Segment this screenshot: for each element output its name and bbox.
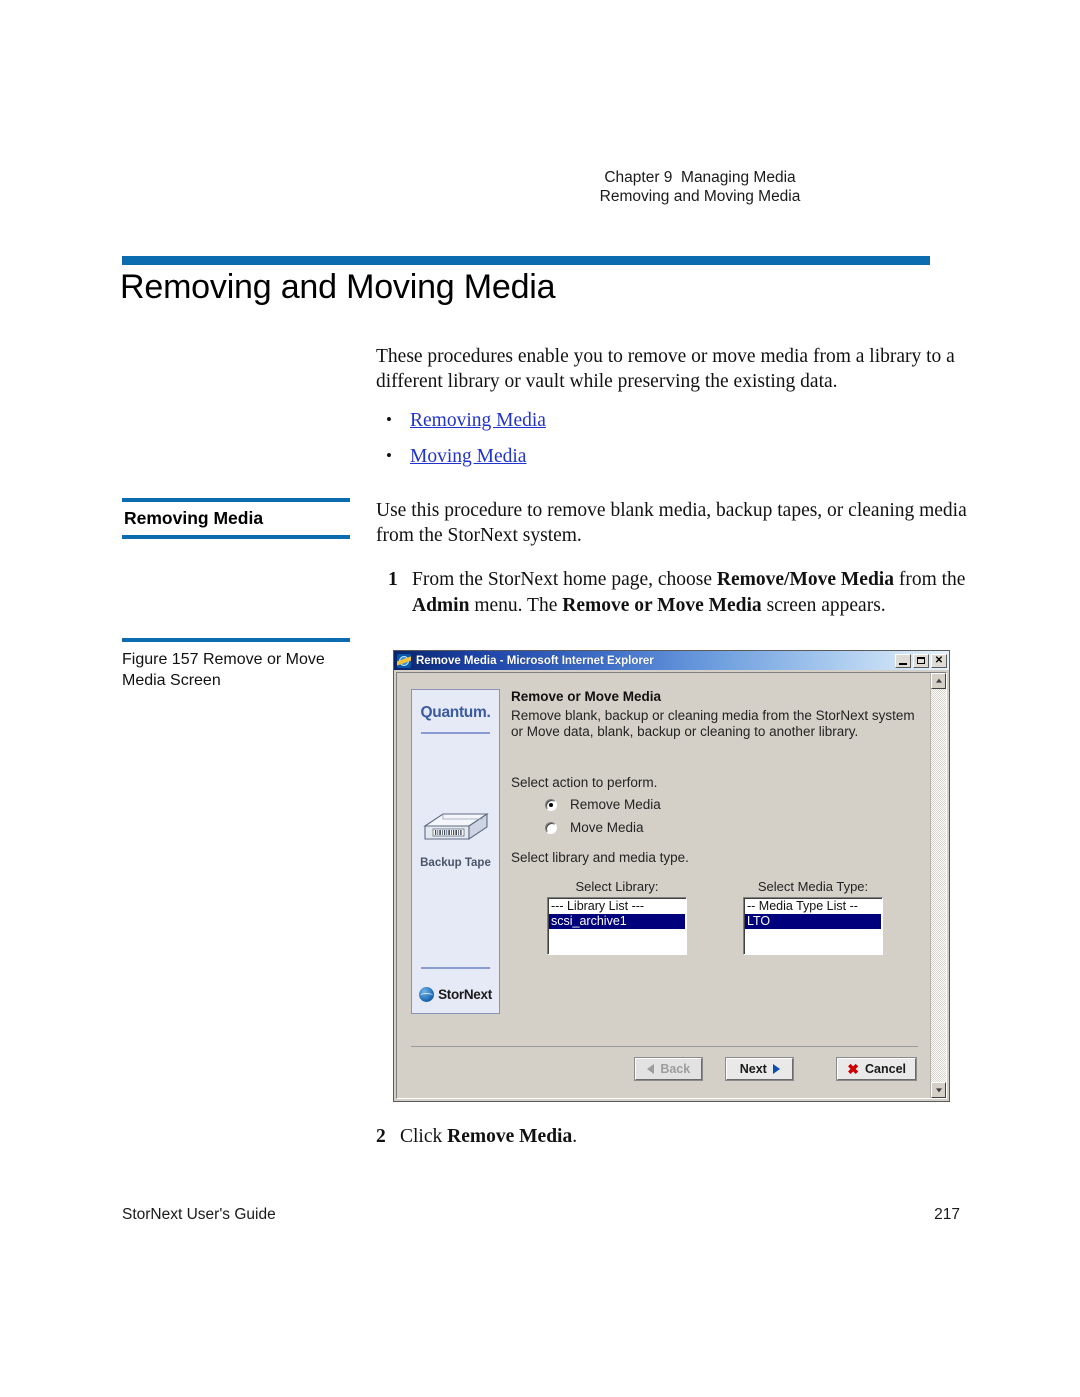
list-item: • Removing Media xyxy=(376,408,972,434)
list-item[interactable]: scsi_archive1 xyxy=(549,914,685,929)
library-prompt: Select library and media type. xyxy=(511,850,689,865)
select-media-type-listbox[interactable]: -- Media Type List -- LTO xyxy=(743,897,883,955)
section-heading-block: Removing Media xyxy=(122,498,350,539)
step-text-part4: screen appears. xyxy=(761,595,886,616)
step-2: 2 Click Remove Media. xyxy=(376,1124,972,1150)
backup-tape-label: Backup Tape xyxy=(420,857,491,869)
stornext-label: StorNext xyxy=(438,987,492,1002)
running-header: Chapter 9 Managing Media Removing and Mo… xyxy=(440,168,960,206)
header-chapter-line: Chapter 9 Managing Media xyxy=(604,169,796,186)
radio-move-media-label: Move Media xyxy=(570,819,644,835)
radio-option-remove-media[interactable]: Remove Media xyxy=(545,797,920,814)
media-type-list-column: Select Media Type: -- Media Type List --… xyxy=(743,878,883,955)
vertical-scrollbar[interactable] xyxy=(930,673,946,1098)
stornext-logo: StorNext xyxy=(412,987,499,1002)
figure-caption: Figure 157 Remove or Move Media Screen xyxy=(122,651,325,689)
minimize-button[interactable] xyxy=(895,653,911,668)
globe-icon xyxy=(419,987,435,1002)
page-footer: StorNext User's Guide 217 xyxy=(122,1206,960,1224)
library-list-column: Select Library: --- Library List --- scs… xyxy=(547,878,687,955)
link-removing-media[interactable]: Removing Media xyxy=(410,410,546,431)
triangle-right-icon xyxy=(772,1064,780,1074)
step2-text-part2: . xyxy=(572,1126,578,1147)
quantum-logo: Quantum. xyxy=(420,704,491,721)
back-button[interactable]: Back xyxy=(634,1057,704,1081)
section-rule-bottom xyxy=(122,535,350,539)
step-number: 1 xyxy=(388,569,398,590)
radio-option-move-media[interactable]: Move Media xyxy=(545,820,920,837)
selection-lists: Select Library: --- Library List --- scs… xyxy=(511,878,920,955)
screenshot-window: Remove Media - Microsoft Internet Explor… xyxy=(393,650,950,1102)
bullet-icon: • xyxy=(386,410,392,429)
step-1: 1 From the StorNext home page, choose Rem… xyxy=(376,567,972,619)
select-library-label: Select Library: xyxy=(575,878,659,894)
cancel-button[interactable]: ✖ Cancel xyxy=(836,1057,917,1081)
maximize-button[interactable] xyxy=(913,653,929,668)
bullet-icon: • xyxy=(386,446,392,465)
intro-block: These procedures enable you to remove or… xyxy=(376,344,972,480)
scroll-down-button[interactable] xyxy=(931,1082,946,1098)
page-title: Removing and Moving Media xyxy=(120,268,556,306)
internet-explorer-icon xyxy=(397,653,411,668)
button-separator xyxy=(411,1046,918,1047)
dialog-heading: Remove or Move Media xyxy=(511,689,662,704)
cross-reference-list: • Removing Media • Moving Media xyxy=(376,408,972,470)
figure-caption-block: Figure 157 Remove or Move Media Screen xyxy=(122,638,350,691)
section-body: Use this procedure to remove blank media… xyxy=(376,498,972,619)
document-page: Chapter 9 Managing Media Removing and Mo… xyxy=(0,0,1080,1397)
step-text-part2: from the xyxy=(893,569,966,590)
page-number: 217 xyxy=(934,1206,960,1223)
section-intro: Use this procedure to remove blank media… xyxy=(376,500,967,546)
title-accent-rule xyxy=(122,256,930,265)
window-title: Remove Media - Microsoft Internet Explor… xyxy=(416,654,654,667)
intro-paragraph: These procedures enable you to remove or… xyxy=(376,346,955,392)
window-titlebar[interactable]: Remove Media - Microsoft Internet Explor… xyxy=(394,651,949,670)
select-library-listbox[interactable]: --- Library List --- scsi_archive1 xyxy=(547,897,687,955)
select-media-type-label: Select Media Type: xyxy=(757,878,869,894)
procedure-steps: 1 From the StorNext home page, choose Rem… xyxy=(376,567,972,619)
brand-divider-bottom xyxy=(421,967,490,969)
step-number: 2 xyxy=(376,1126,386,1147)
link-moving-media[interactable]: Moving Media xyxy=(410,446,526,467)
header-section-line: Removing and Moving Media xyxy=(599,188,801,205)
x-icon: ✖ xyxy=(847,1061,859,1077)
step2-bold-remove-media: Remove Media xyxy=(447,1126,573,1147)
scroll-up-button[interactable] xyxy=(931,673,946,689)
cancel-button-label: Cancel xyxy=(865,1062,906,1076)
dialog-description: Remove blank, backup or cleaning media f… xyxy=(511,707,915,740)
step-text-part1: From the StorNext home page, choose xyxy=(412,569,717,590)
close-button[interactable]: ✕ xyxy=(931,653,947,668)
brand-panel: Quantum. Backup Tape StorNext xyxy=(411,689,500,1014)
action-prompt: Select action to perform. xyxy=(511,774,658,790)
window-client-area: Quantum. Backup Tape StorNext Remove or … xyxy=(396,672,947,1099)
dialog-button-row: Back Next ✖ Cancel xyxy=(411,1057,917,1081)
page-content: Quantum. Backup Tape StorNext Remove or … xyxy=(397,673,930,1098)
window-controls: ✕ xyxy=(895,653,947,668)
step2-text-part1: Click xyxy=(400,1126,448,1147)
brand-divider-top xyxy=(421,732,490,734)
step-text-part3: menu. The xyxy=(469,595,563,616)
next-button[interactable]: Next xyxy=(725,1057,795,1081)
radio-move-media-icon[interactable] xyxy=(545,821,557,834)
radio-remove-media-label: Remove Media xyxy=(570,797,661,812)
list-item[interactable]: -- Media Type List -- xyxy=(745,899,881,914)
section-heading: Removing Media xyxy=(124,508,264,528)
close-icon: ✕ xyxy=(934,654,944,666)
backup-tape-graphic-block: Backup Tape xyxy=(412,808,499,869)
dialog-content: Remove or Move Media Remove blank, backu… xyxy=(511,689,920,955)
step-bold-admin: Admin xyxy=(412,595,470,616)
list-item[interactable]: --- Library List --- xyxy=(549,899,685,914)
radio-remove-media-icon[interactable] xyxy=(545,799,557,812)
next-button-label: Next xyxy=(739,1062,767,1076)
step-bold-remove-or-move-media: Remove or Move Media xyxy=(562,595,762,616)
triangle-left-icon xyxy=(647,1064,655,1074)
footer-guide-title: StorNext User's Guide xyxy=(122,1206,276,1223)
tape-cartridge-icon xyxy=(422,812,489,841)
back-button-label: Back xyxy=(660,1062,691,1076)
step-bold-remove-move-media: Remove/Move Media xyxy=(716,569,894,590)
list-item[interactable]: LTO xyxy=(745,914,881,929)
list-item: • Moving Media xyxy=(376,444,972,470)
